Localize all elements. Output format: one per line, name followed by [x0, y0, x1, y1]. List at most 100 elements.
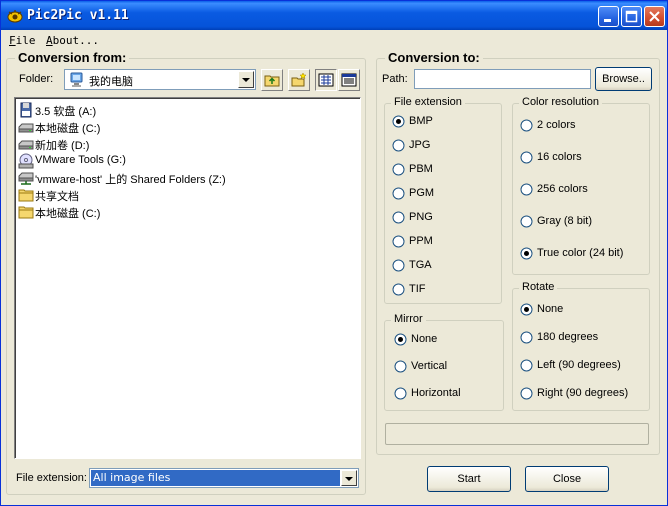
menu-file-rest: ile — [15, 34, 36, 47]
radio-button-icon[interactable] — [392, 163, 405, 176]
tree-item-label: 本地磁盘 (C:) — [35, 123, 101, 135]
file-extension-option-label: JPG — [409, 139, 431, 151]
close-button[interactable]: Close — [525, 466, 609, 492]
radio-button-icon[interactable] — [520, 303, 533, 316]
radio-button-icon[interactable] — [394, 360, 407, 373]
details-view-button[interactable] — [338, 69, 360, 91]
file-extension-option-label: TGA — [409, 259, 432, 271]
color-resolution-option-label: 2 colors — [537, 119, 576, 131]
close-icon — [649, 11, 660, 22]
file-extension-option-label: TIF — [409, 283, 426, 295]
menu-file-mnemonic: F — [9, 34, 16, 47]
tree-item-label: 本地磁盘 (C:) — [35, 208, 101, 220]
color-resolution-title: Color resolution — [519, 96, 603, 108]
minimize-button[interactable] — [598, 6, 619, 27]
conversion-progress-bar — [385, 423, 649, 445]
mirror-option-label: Horizontal — [411, 387, 461, 399]
start-button[interactable]: Start — [427, 466, 511, 492]
menu-about-rest: bout... — [52, 34, 99, 47]
radio-button-icon[interactable] — [392, 211, 405, 224]
radio-button-icon[interactable] — [520, 151, 533, 164]
folder-icon — [18, 206, 34, 219]
folder-tree[interactable]: 3.5 软盘 (A:) 本地磁盘 (C:) 新加卷 (D:) VMware To… — [14, 97, 361, 459]
color-resolution-option-label: Gray (8 bit) — [537, 215, 593, 227]
mirror-option-label: None — [411, 333, 438, 345]
radio-button-icon[interactable] — [520, 183, 533, 196]
file-extension-option-label: PPM — [409, 235, 433, 247]
cd-drive-icon — [18, 153, 34, 169]
color-resolution-option-label: True color (24 bit) — [537, 247, 624, 259]
file-extension-option-label: BMP — [409, 115, 433, 127]
folder-combo-value: 我的电脑 — [89, 75, 133, 88]
menu-bar: File About... — [1, 30, 667, 50]
up-folder-icon — [264, 75, 280, 87]
floppy-icon — [20, 102, 32, 118]
radio-button-icon[interactable] — [392, 283, 405, 296]
folder-icon — [18, 189, 34, 202]
radio-button-icon[interactable] — [392, 139, 405, 152]
radio-button-icon[interactable] — [394, 333, 407, 346]
window-title: Pic2Pic v1.11 — [27, 8, 129, 23]
radio-button-icon[interactable] — [520, 387, 533, 400]
radio-button-icon[interactable] — [520, 331, 533, 344]
rotate-option-label: None — [537, 303, 564, 315]
file-extension-filter-value: All image files — [91, 470, 340, 486]
rotate-title: Rotate — [519, 281, 558, 293]
folder-label: Folder: — [19, 73, 54, 85]
tree-item-label: 3.5 软盘 (A:) — [35, 106, 97, 118]
app-icon — [7, 10, 23, 23]
conversion-to-title: Conversion to: — [385, 50, 483, 65]
radio-button-icon[interactable] — [392, 235, 405, 248]
new-folder-button[interactable] — [288, 69, 310, 91]
mirror-option-label: Vertical — [411, 360, 448, 372]
color-resolution-option-label: 256 colors — [537, 183, 588, 195]
close-window-button[interactable] — [644, 6, 665, 27]
rotate-option-label: Right (90 degrees) — [537, 387, 629, 399]
tree-item-label: 'vmware-host' 上的 Shared Folders (Z:) — [35, 174, 226, 186]
maximize-button[interactable] — [621, 6, 642, 27]
new-folder-icon — [291, 72, 307, 87]
color-resolution-option-label: 16 colors — [537, 151, 582, 163]
browse-button[interactable]: Browse.. — [595, 67, 652, 91]
radio-button-icon[interactable] — [392, 115, 405, 128]
file-extension-filter-dropdown[interactable] — [341, 470, 357, 486]
rotate-option-label: Left (90 degrees) — [537, 359, 621, 371]
hard-drive-icon — [18, 123, 34, 133]
menu-about[interactable]: About... — [46, 34, 99, 47]
file-extension-filter-combo[interactable]: All image files — [89, 468, 359, 488]
network-drive-icon — [18, 172, 34, 185]
file-extension-option-label: PBM — [409, 163, 433, 175]
conversion-from-title: Conversion from: — [15, 50, 130, 65]
tree-item-label: VMware Tools (G:) — [35, 154, 126, 166]
file-extension-group — [384, 103, 502, 304]
menu-about-mnemonic: A — [46, 34, 53, 47]
my-computer-icon — [70, 72, 83, 87]
tree-item-label: 共享文档 — [35, 191, 79, 203]
mirror-title: Mirror — [391, 313, 426, 325]
up-folder-button[interactable] — [261, 69, 283, 91]
file-extension-option-label: PGM — [409, 187, 435, 199]
path-label: Path: — [382, 73, 408, 85]
details-view-icon — [341, 73, 357, 87]
app-window: Pic2Pic v1.11 File About... Conversion f… — [0, 0, 668, 506]
radio-button-icon[interactable] — [520, 359, 533, 372]
folder-combo[interactable]: 我的电脑 — [64, 69, 256, 90]
list-view-icon — [318, 73, 334, 87]
hard-drive-icon — [18, 140, 34, 150]
radio-button-icon[interactable] — [520, 215, 533, 228]
radio-button-icon[interactable] — [520, 247, 533, 260]
title-bar[interactable]: Pic2Pic v1.11 — [1, 1, 667, 30]
tree-item-label: 新加卷 (D:) — [35, 140, 90, 152]
file-extension-title: File extension — [391, 96, 465, 108]
folder-combo-dropdown[interactable] — [238, 71, 254, 88]
menu-file[interactable]: File — [9, 34, 36, 47]
radio-button-icon[interactable] — [394, 387, 407, 400]
path-input[interactable] — [414, 69, 591, 89]
file-extension-filter-label: File extension: — [16, 472, 87, 484]
radio-button-icon[interactable] — [520, 119, 533, 132]
list-view-button[interactable] — [315, 69, 337, 91]
file-extension-option-label: PNG — [409, 211, 433, 223]
rotate-option-label: 180 degrees — [537, 331, 599, 343]
radio-button-icon[interactable] — [392, 187, 405, 200]
radio-button-icon[interactable] — [392, 259, 405, 272]
